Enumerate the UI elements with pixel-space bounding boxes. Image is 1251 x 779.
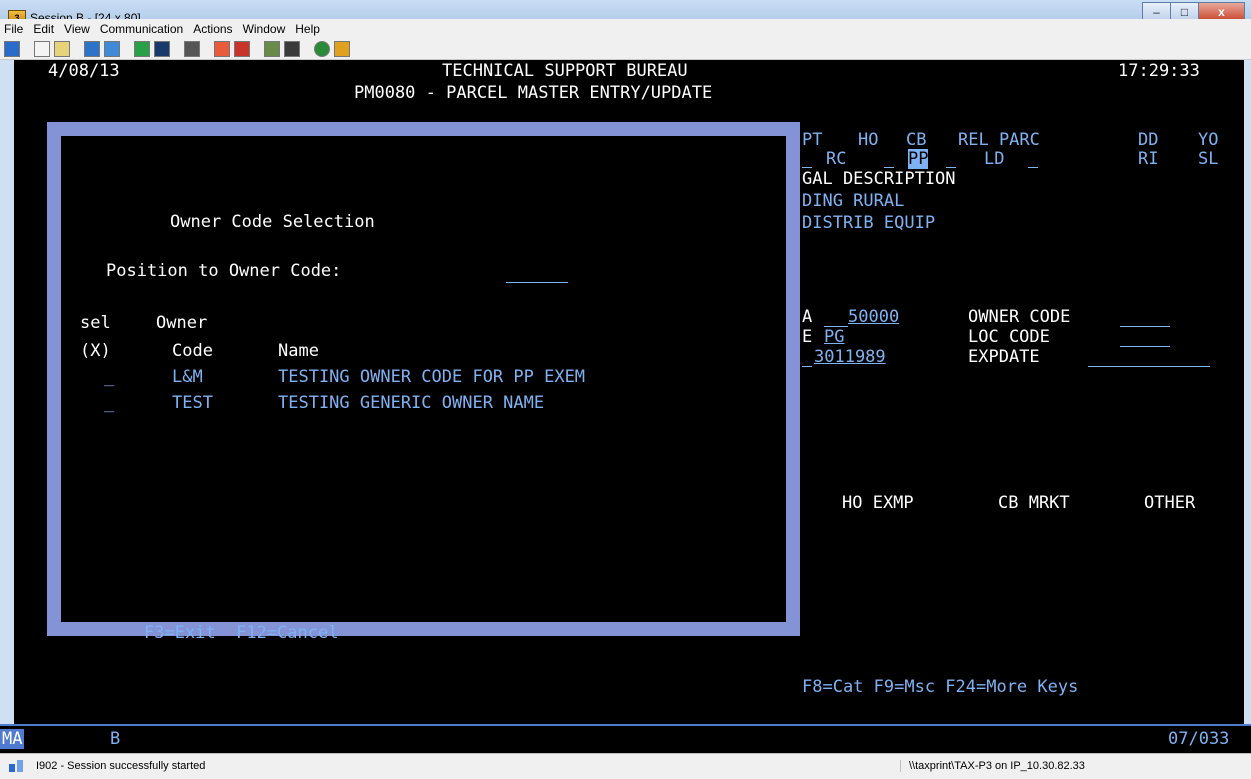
position-to-input[interactable] [506, 282, 568, 283]
col-header-sel: sel [80, 313, 111, 333]
ho-exemption-label: HO EXMP [842, 493, 914, 513]
legal-description-label: GAL DESCRIPTION [802, 169, 956, 189]
screen-icon[interactable] [134, 40, 150, 57]
edit-pencil-icon[interactable] [334, 40, 350, 57]
printer-session: \\taxprint\TAX-P3 on IP_10.30.82.33 [900, 760, 1085, 772]
row-1-select-input[interactable]: _ [104, 367, 114, 387]
loc-code-label: LOC CODE [968, 327, 1050, 347]
toolbar [0, 38, 1251, 60]
status-bar: I902 - Session successfully started \\ta… [0, 753, 1251, 779]
menu-help[interactable]: Help [291, 22, 324, 36]
row-2-owner-code: TEST [172, 393, 213, 413]
menu-bar: File Edit View Communication Actions Win… [0, 19, 1251, 39]
receive-file-icon[interactable] [104, 40, 120, 57]
col-header-name: Name [278, 341, 319, 361]
menu-file[interactable]: File [0, 22, 27, 36]
function-keys-main[interactable]: F8=Cat F9=Msc F24=More Keys [802, 677, 1078, 697]
expdate-input[interactable] [1088, 366, 1210, 367]
expdate-label: EXPDATE [968, 347, 1040, 367]
owner-code-input[interactable] [1120, 326, 1170, 327]
screen-time: 17:29:33 [1118, 61, 1200, 81]
field-label-rel-parc: REL PARC [958, 130, 1040, 150]
keyboard-map-icon[interactable] [264, 40, 280, 57]
field-input-ri[interactable] [1028, 167, 1038, 168]
menu-window[interactable]: Window [239, 22, 290, 36]
date-field[interactable]: 3011989 [814, 347, 886, 367]
row-2-select-input[interactable]: _ [104, 393, 114, 413]
screen-program-title: PM0080 - PARCEL MASTER ENTRY/UPDATE [354, 83, 713, 103]
cb-market-label: CB MRKT [998, 493, 1070, 513]
date-field-underline [802, 366, 812, 367]
connection-status-icon [8, 759, 24, 773]
copy-icon[interactable] [34, 40, 50, 57]
row-1-owner-name: TESTING OWNER CODE FOR PP EXEM [278, 367, 586, 387]
popup-function-keys[interactable]: F3=Exit F12=Cancel [144, 623, 338, 643]
macro-icon[interactable] [184, 40, 200, 57]
field-label-pt: PT [802, 130, 823, 150]
status-message: I902 - Session successfully started [36, 760, 206, 772]
position-to-label: Position to Owner Code: [106, 261, 342, 281]
menu-actions[interactable]: Actions [189, 22, 236, 36]
field-label-yo: YO [1198, 130, 1219, 150]
field-input-ld[interactable] [946, 167, 956, 168]
assessed-value-field[interactable]: 50000 [848, 307, 899, 327]
row-a-prefix: A [802, 307, 813, 327]
field-label-cb: CB [906, 130, 927, 150]
play-macro-icon[interactable] [234, 40, 250, 57]
oia-cursor-position: 07/033 [1168, 729, 1230, 749]
loc-code-input[interactable] [1120, 346, 1170, 347]
field-label-ho: HO [858, 130, 879, 150]
screen-header-bureau: TECHNICAL SUPPORT BUREAU [442, 61, 688, 81]
menu-edit[interactable]: Edit [29, 22, 58, 36]
col-header-code: Code [172, 341, 213, 361]
menu-communication[interactable]: Communication [96, 22, 187, 36]
other-label: OTHER [1144, 493, 1196, 513]
field-label-sl: SL [1198, 149, 1219, 169]
owner-code-label: OWNER CODE [968, 307, 1071, 327]
col-header-owner: Owner [156, 313, 208, 333]
send-file-icon[interactable] [84, 40, 100, 57]
popup-title: Owner Code Selection [170, 212, 375, 232]
field-label-pp: PP [908, 149, 929, 169]
field-label-dd: DD [1138, 130, 1159, 150]
col-header-x: (X) [80, 341, 111, 361]
description-line-1[interactable]: DING RURAL [802, 191, 904, 211]
field-input-rc[interactable] [802, 167, 812, 168]
monitor-icon[interactable] [154, 40, 170, 57]
description-line-2[interactable]: DISTRIB EQUIP [802, 213, 935, 233]
pg-field[interactable]: PG [824, 327, 844, 347]
keypad-icon[interactable] [284, 40, 300, 57]
globe-icon[interactable] [314, 40, 330, 57]
field-input-pp[interactable] [884, 167, 894, 168]
oia-mode-indicator: MA [0, 729, 25, 749]
paste-icon[interactable] [54, 40, 70, 57]
screen-date: 4/08/13 [48, 61, 120, 81]
row-2-owner-name: TESTING GENERIC OWNER NAME [278, 393, 545, 413]
field-label-ld: LD [984, 149, 1005, 169]
menu-view[interactable]: View [60, 22, 94, 36]
row-e-prefix: E [802, 327, 813, 347]
oia-divider [0, 724, 1251, 726]
row-1-owner-code: L&M [172, 367, 203, 387]
operator-info-area: MA B 07/033 [0, 724, 1251, 753]
field-label-rc: RC [826, 149, 847, 169]
terminal-screen[interactable]: 4/08/13 TECHNICAL SUPPORT BUREAU 17:29:3… [14, 60, 1244, 724]
display-session-icon[interactable] [4, 40, 20, 57]
oia-session-letter: B [110, 729, 121, 749]
record-macro-icon[interactable] [214, 40, 230, 57]
field-label-ri: RI [1138, 149, 1159, 169]
